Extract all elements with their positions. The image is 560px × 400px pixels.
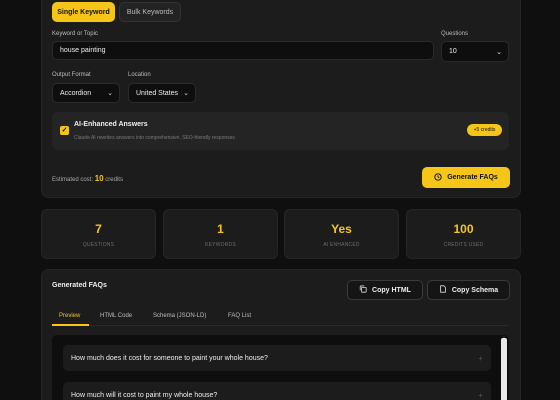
output-format-label: Output Format bbox=[52, 72, 91, 78]
stat-label: CREDITS USED bbox=[443, 242, 484, 248]
copy-icon bbox=[439, 285, 447, 295]
copy-icon bbox=[359, 285, 367, 295]
copy-schema-label: Copy Schema bbox=[451, 286, 499, 294]
tab-preview[interactable]: Preview bbox=[59, 313, 80, 319]
cost-prefix: Estimated cost: bbox=[52, 177, 94, 183]
copy-html-label: Copy HTML bbox=[372, 286, 411, 294]
chevron-down-icon: ⌄ bbox=[496, 48, 502, 56]
output-format-select[interactable]: Accordion ⌄ bbox=[52, 83, 120, 103]
cost-unit: credits bbox=[105, 177, 123, 183]
stat-value: Yes bbox=[331, 222, 352, 236]
copy-html-button[interactable]: Copy HTML bbox=[347, 280, 423, 300]
questions-select[interactable]: 10 ⌄ bbox=[441, 41, 509, 62]
location-value: United States bbox=[136, 89, 179, 97]
stat-ai-enhanced: Yes AI ENHANCED bbox=[284, 209, 399, 259]
stat-questions: 7 QUESTIONS bbox=[41, 209, 156, 259]
ai-enhanced-option bbox=[52, 112, 509, 150]
check-icon: ✓ bbox=[61, 127, 68, 134]
faq-question: How much will it cost to paint my whole … bbox=[71, 391, 218, 399]
stat-value: 7 bbox=[95, 222, 102, 236]
tab-html-code[interactable]: HTML Code bbox=[100, 313, 132, 319]
ai-enhanced-checkbox[interactable]: ✓ bbox=[60, 126, 69, 135]
tab-faq-list[interactable]: FAQ List bbox=[228, 313, 251, 319]
ai-enhanced-description: Claude AI rewrites answers into comprehe… bbox=[74, 135, 235, 141]
estimated-cost: Estimated cost: 10 credits bbox=[52, 174, 123, 183]
output-format-value: Accordion bbox=[60, 89, 92, 97]
stat-label: QUESTIONS bbox=[82, 242, 115, 248]
results-title: Generated FAQs bbox=[52, 282, 107, 289]
tab-schema[interactable]: Schema (JSON-LD) bbox=[153, 313, 206, 319]
bulk-keywords-tab[interactable]: Bulk Keywords bbox=[119, 2, 181, 22]
single-keyword-tab[interactable]: Single Keyword bbox=[52, 2, 115, 22]
stat-value: 100 bbox=[453, 222, 474, 236]
stat-label: AI ENHANCED bbox=[323, 242, 360, 248]
stat-value: 1 bbox=[217, 222, 224, 236]
stat-keywords: 1 KEYWORDS bbox=[163, 209, 278, 259]
location-label: Location bbox=[128, 72, 151, 78]
copy-schema-button[interactable]: Copy Schema bbox=[427, 280, 510, 300]
faq-question: How much does it cost for someone to pai… bbox=[71, 354, 268, 362]
plus-icon: + bbox=[478, 353, 483, 363]
faq-item[interactable]: How much will it cost to paint my whole … bbox=[63, 382, 491, 400]
preview-scrollbar[interactable] bbox=[501, 338, 507, 400]
generate-faqs-button[interactable]: Generate FAQs bbox=[422, 167, 510, 188]
faq-item[interactable]: How much does it cost for someone to pai… bbox=[63, 345, 491, 371]
questions-value: 10 bbox=[449, 48, 457, 55]
location-select[interactable]: United States ⌄ bbox=[128, 83, 196, 103]
keyword-label: Keyword or Topic bbox=[52, 31, 98, 37]
generate-faqs-label: Generate FAQs bbox=[447, 174, 498, 181]
chevron-down-icon: ⌄ bbox=[107, 90, 113, 97]
chevron-down-icon: ⌄ bbox=[183, 90, 189, 97]
keyword-input[interactable]: house painting bbox=[52, 41, 434, 60]
plus-icon: + bbox=[478, 390, 483, 400]
questions-label: Questions bbox=[441, 31, 469, 37]
clock-icon bbox=[434, 172, 442, 183]
active-tab-indicator bbox=[52, 324, 89, 326]
stat-credits-used: 100 CREDITS USED bbox=[406, 209, 521, 259]
cost-value: 10 bbox=[94, 174, 104, 183]
ai-credits-badge: +5 credits bbox=[467, 124, 502, 136]
ai-enhanced-title: AI-Enhanced Answers bbox=[74, 121, 148, 128]
stat-label: KEYWORDS bbox=[205, 242, 236, 248]
tabs-divider bbox=[52, 325, 509, 326]
